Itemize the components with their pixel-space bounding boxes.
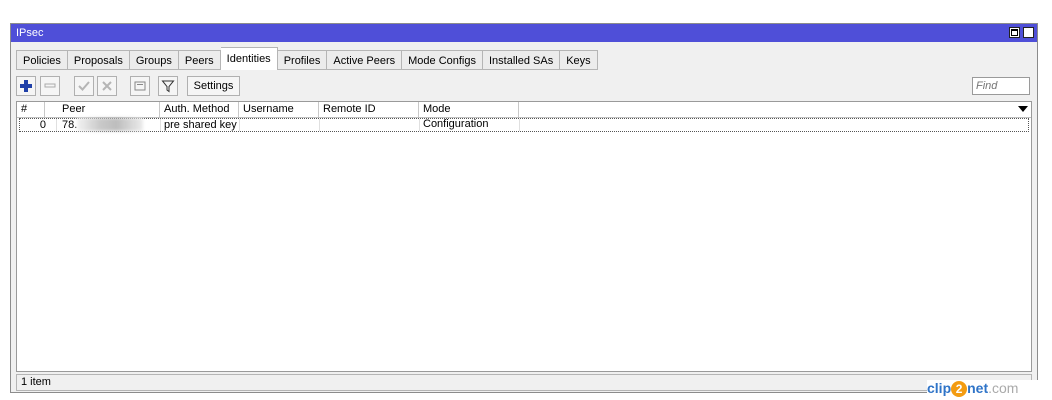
tab-installed-sas[interactable]: Installed SAs	[483, 50, 561, 70]
row-mode-configuration	[420, 119, 520, 131]
row-username	[240, 119, 320, 131]
row-number: 0	[20, 119, 57, 131]
tab-bar: Policies Proposals Groups Peers Identiti…	[16, 47, 598, 70]
watermark-text-com: .com	[988, 380, 1019, 396]
column-header-mode-configuration[interactable]: Mode Configuration	[419, 102, 519, 130]
watermark-logo: clip 2 net.com	[927, 380, 1043, 399]
filter-button[interactable]	[158, 76, 178, 96]
close-button[interactable]: ×	[1023, 27, 1034, 38]
cross-icon	[102, 81, 112, 91]
row-peer: 78.	[59, 118, 161, 131]
tab-peers[interactable]: Peers	[178, 50, 221, 70]
column-header-auth-method[interactable]: Auth. Method	[160, 102, 239, 117]
table-header: # Peer Auth. Method Username Remote ID M…	[17, 102, 1031, 130]
column-header-number[interactable]: #	[17, 102, 45, 117]
minus-icon	[44, 83, 56, 88]
find-input[interactable]	[972, 77, 1030, 95]
ipsec-window: IPsec × Policies Proposals Groups Peers …	[10, 23, 1038, 393]
tab-active-peers[interactable]: Active Peers	[327, 50, 403, 70]
tab-mode-configs[interactable]: Mode Configs	[402, 50, 483, 70]
tab-policies[interactable]: Policies	[16, 50, 68, 70]
title-bar[interactable]: IPsec ×	[11, 24, 1037, 42]
watermark-circle-2: 2	[951, 381, 968, 397]
column-header-remote-id[interactable]: Remote ID	[319, 102, 419, 117]
table-row[interactable]: 0 78. pre shared key	[19, 118, 1029, 132]
toolbar: Settings	[16, 76, 1032, 98]
window-title: IPsec	[16, 27, 44, 39]
disable-button[interactable]	[97, 76, 117, 96]
item-count: 1 item	[21, 376, 51, 388]
column-menu-icon[interactable]	[1018, 106, 1028, 114]
status-bar: 1 item	[16, 374, 1032, 391]
tab-groups[interactable]: Groups	[129, 50, 179, 70]
peer-address: 78.	[62, 119, 78, 131]
identities-table: # Peer Auth. Method Username Remote ID M…	[16, 101, 1032, 372]
filter-icon	[161, 80, 175, 93]
maximize-button[interactable]	[1009, 27, 1020, 38]
redacted-area	[77, 118, 143, 131]
tab-identities[interactable]: Identities	[220, 47, 278, 70]
row-remote-id	[320, 119, 420, 131]
row-auth-method: pre shared key	[161, 119, 240, 131]
remove-button[interactable]	[40, 76, 60, 96]
tab-proposals[interactable]: Proposals	[67, 50, 130, 70]
settings-button[interactable]: Settings	[187, 76, 240, 96]
add-button[interactable]	[16, 76, 36, 96]
watermark-text-clip: clip	[927, 380, 952, 396]
column-header-peer[interactable]: Peer	[58, 102, 160, 117]
enable-button[interactable]	[74, 76, 94, 96]
comment-button[interactable]	[130, 76, 150, 96]
tab-keys[interactable]: Keys	[560, 50, 598, 70]
plus-icon	[20, 80, 32, 92]
check-icon	[78, 81, 90, 91]
comment-icon	[134, 81, 146, 91]
column-header-username[interactable]: Username	[239, 102, 319, 117]
tab-profiles[interactable]: Profiles	[277, 50, 328, 70]
watermark-text-net: net	[967, 380, 989, 396]
